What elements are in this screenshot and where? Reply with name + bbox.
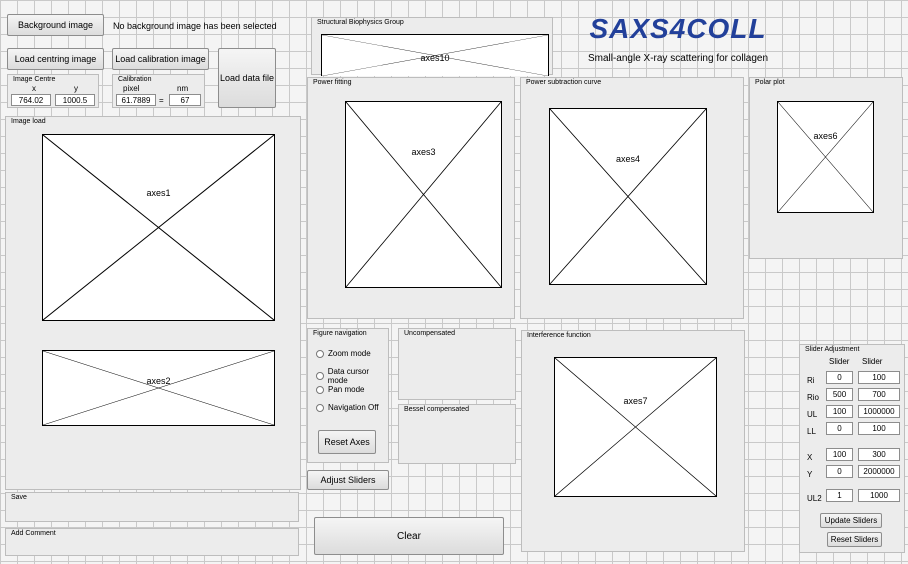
axes2-label: axes2 (146, 376, 171, 386)
save-panel: Save (5, 492, 299, 522)
saxs4coll-logo: SAXS4COLL (589, 13, 767, 44)
slider-ri-max-field[interactable]: 100 (858, 371, 900, 384)
figure-navigation-panel: Figure navigation Zoom mode Data cursor … (307, 328, 389, 463)
slider-ll-min-field[interactable]: 0 (826, 422, 853, 435)
axes6-label: axes6 (813, 131, 838, 141)
axes3-plot[interactable]: axes3 (345, 101, 502, 288)
load-centring-image-button[interactable]: Load centring image (7, 48, 104, 70)
axes6-plot[interactable]: axes6 (777, 101, 874, 213)
slider-row-label: Rio (807, 393, 820, 402)
slider-ul-max-field[interactable]: 1000000 (858, 405, 900, 418)
slider-ul2-min-field[interactable]: 1 (826, 489, 853, 502)
image-centre-title: Image Centre (11, 76, 58, 83)
power-subtraction-title: Power subtraction curve (524, 79, 604, 86)
axes4-plot[interactable]: axes4 (549, 108, 707, 285)
slider-row-label: Ri (807, 376, 815, 385)
axes7-label: axes7 (623, 396, 648, 406)
axes10-plot[interactable]: axes10 (321, 34, 549, 76)
image-load-title: Image load (9, 118, 48, 125)
polar-plot-panel: Polar plot axes6 (749, 77, 903, 259)
slider-y-min-field[interactable]: 0 (826, 465, 853, 478)
pan-mode-radio[interactable]: Pan mode (316, 385, 364, 394)
axes2-plot[interactable]: axes2 (42, 350, 275, 426)
calibration-nm-field[interactable]: 67 (169, 94, 201, 106)
slider-adjustment-title: Slider Adjustment (803, 346, 862, 353)
uncompensated-panel: Uncompensated (398, 328, 516, 400)
axes1-plot[interactable]: axes1 (42, 134, 275, 321)
bessel-compensated-title: Bessel compensated (402, 406, 471, 413)
polar-plot-title: Polar plot (753, 79, 787, 86)
image-load-panel: Image load axes1 axes2 (5, 116, 301, 490)
pan-mode-label: Pan mode (328, 385, 365, 394)
data-cursor-radio-circle[interactable] (316, 372, 324, 380)
reset-axes-button[interactable]: Reset Axes (318, 430, 376, 454)
background-status-text: No background image has been selected (113, 21, 277, 31)
axes7-plot[interactable]: axes7 (554, 357, 717, 497)
calibration-equals: = (159, 96, 164, 105)
adjust-sliders-button[interactable]: Adjust Sliders (307, 470, 389, 490)
app-subtitle: Small-angle X-ray scattering for collage… (587, 53, 769, 64)
slider-ul-min-field[interactable]: 100 (826, 405, 853, 418)
slider-x-min-field[interactable]: 100 (826, 448, 853, 461)
slider-ri-min-field[interactable]: 0 (826, 371, 853, 384)
slider-rio-max-field[interactable]: 700 (858, 388, 900, 401)
slider-row-label: LL (807, 427, 816, 436)
interference-function-panel: Interference function axes7 (521, 330, 745, 552)
background-image-button[interactable]: Background image (7, 14, 104, 36)
interference-function-title: Interference function (525, 332, 593, 339)
group-title: Structural Biophysics Group (315, 19, 406, 26)
add-comment-title: Add Comment (9, 530, 58, 537)
clear-button[interactable]: Clear (314, 517, 504, 555)
load-data-file-button[interactable]: Load data file (218, 48, 276, 108)
axes4-label: axes4 (615, 154, 641, 164)
navigation-off-radio-circle[interactable] (316, 403, 324, 412)
calibration-title: Calibration (116, 76, 154, 83)
image-centre-y-label: y (74, 84, 78, 93)
slider-y-max-field[interactable]: 2000000 (858, 465, 900, 478)
image-centre-y-field[interactable]: 1000.5 (55, 94, 95, 106)
navigation-off-label: Navigation Off (328, 403, 379, 412)
calibration-nm-label: nm (177, 84, 189, 93)
slider-col1-header: Slider (829, 357, 850, 366)
pan-radio-circle[interactable] (316, 385, 324, 394)
slider-x-max-field[interactable]: 300 (858, 448, 900, 461)
reset-sliders-button[interactable]: Reset Sliders (827, 532, 882, 547)
add-comment-panel: Add Comment (5, 528, 299, 556)
data-cursor-mode-radio[interactable]: Data cursor mode (316, 367, 388, 385)
slider-col2-header: Slider (862, 357, 883, 366)
calibration-panel: Calibration pixel nm 61.7889 = 67 (112, 74, 205, 108)
axes10-label: axes10 (420, 53, 450, 63)
slider-row-label: UL2 (807, 494, 822, 503)
zoom-mode-radio[interactable]: Zoom mode (316, 349, 371, 358)
slider-row-label: UL (807, 410, 818, 419)
zoom-mode-label: Zoom mode (328, 349, 371, 358)
uncompensated-title: Uncompensated (402, 330, 457, 337)
image-centre-x-label: x (32, 84, 36, 93)
axes3-label: axes3 (411, 147, 436, 157)
power-fitting-panel: Power fitting axes3 (307, 77, 515, 319)
slider-ul2-max-field[interactable]: 1000 (858, 489, 900, 502)
slider-rio-min-field[interactable]: 500 (826, 388, 853, 401)
calibration-pixel-label: pixel (123, 84, 140, 93)
power-fitting-title: Power fitting (311, 79, 354, 86)
image-centre-panel: Image Centre x y 764.02 1000.5 (7, 74, 99, 108)
power-subtraction-panel: Power subtraction curve axes4 (520, 77, 744, 319)
slider-row-label: X (807, 453, 813, 462)
save-title: Save (9, 494, 29, 501)
figure-navigation-title: Figure navigation (311, 330, 369, 337)
navigation-off-radio[interactable]: Navigation Off (316, 403, 379, 412)
slider-row-label: Y (807, 470, 813, 479)
slider-ll-max-field[interactable]: 100 (858, 422, 900, 435)
update-sliders-button[interactable]: Update Sliders (820, 513, 882, 528)
structural-biophysics-panel: Structural Biophysics Group axes10 (311, 17, 553, 76)
image-centre-x-field[interactable]: 764.02 (11, 94, 51, 106)
calibration-pixel-field[interactable]: 61.7889 (116, 94, 156, 106)
data-cursor-mode-label: Data cursor mode (327, 367, 370, 385)
bessel-compensated-panel: Bessel compensated (398, 404, 516, 464)
slider-adjustment-panel: Slider Adjustment Slider Slider Ri 0 100… (799, 344, 905, 553)
axes1-label: axes1 (146, 188, 171, 198)
zoom-radio-circle[interactable] (316, 349, 324, 358)
load-calibration-image-button[interactable]: Load calibration image (112, 48, 209, 70)
